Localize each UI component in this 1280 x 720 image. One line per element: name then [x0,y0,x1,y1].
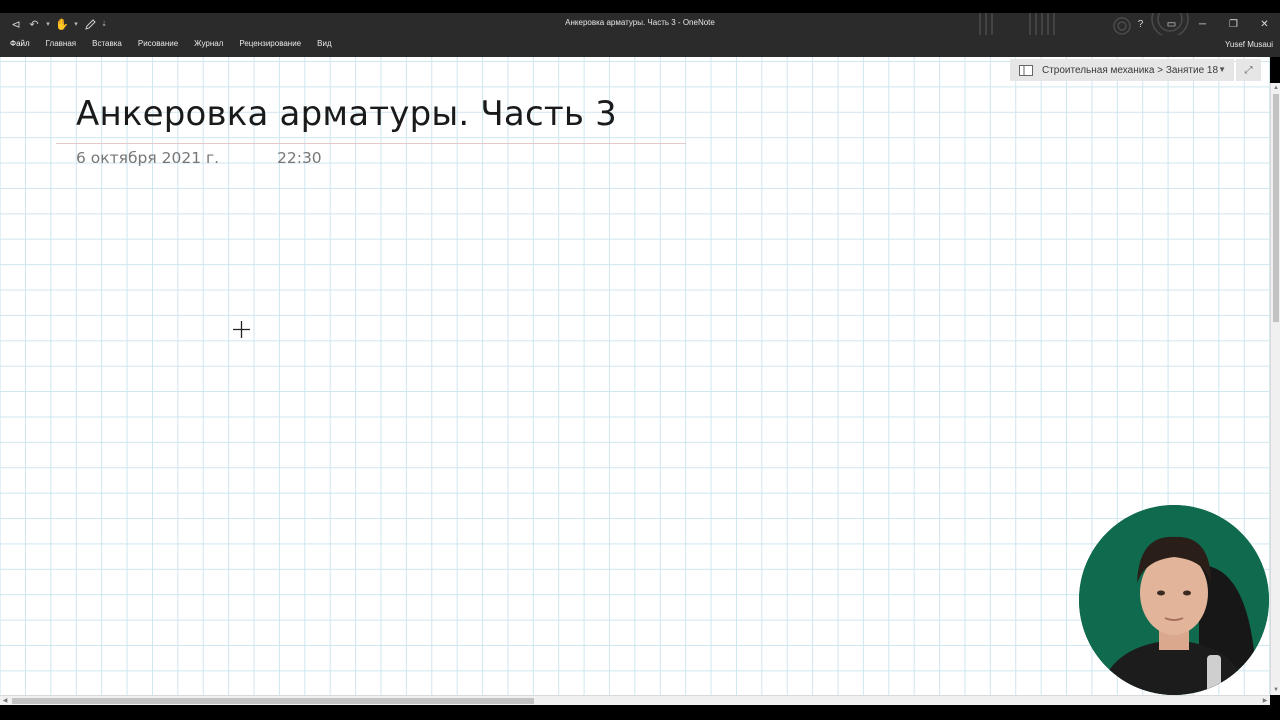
page-time: 22:30 [277,149,322,167]
tab-review[interactable]: Рецензирование [231,35,309,57]
ribbon-tabs: Файл Главная Вставка Рисование Журнал Ре… [2,35,340,57]
top-letterbox [0,0,1280,13]
scroll-down-icon[interactable]: ▼ [1271,685,1280,695]
ribbon-display-options-icon[interactable]: ▭ [1156,13,1187,35]
horizontal-scroll-thumb[interactable] [12,698,534,704]
minimize-icon[interactable]: ─ [1187,13,1218,35]
close-icon[interactable]: ✕ [1249,13,1280,35]
chevron-down-icon[interactable]: ▼ [1218,65,1226,74]
page-date: 6 октября 2021 г. [76,149,220,167]
help-icon[interactable]: ? [1125,13,1156,35]
title-bar: ⊲ ↶ ▾ ✋ ▾ ⇣ Анкеровка арматуры. Часть 3 … [0,13,1280,35]
notebook-breadcrumb[interactable]: Строительная механика > Занятие 18 [1042,65,1218,76]
window-controls: ? ▭ ─ ❐ ✕ [1125,13,1280,35]
tab-home[interactable]: Главная [38,35,84,57]
restore-icon[interactable]: ❐ [1218,13,1249,35]
open-book-icon [1019,64,1033,76]
bottom-letterbox [0,705,1280,720]
crosshair-cursor-icon [233,321,250,338]
page-title[interactable]: Анкеровка арматуры. Часть 3 [76,94,617,134]
tab-file[interactable]: Файл [2,35,38,57]
expand-icon[interactable]: ⤢ [1236,59,1261,81]
tab-history[interactable]: Журнал [186,35,231,57]
tab-view[interactable]: Вид [309,35,339,57]
notebook-navigation-bar[interactable]: Строительная механика > Занятие 18 ▼ [1010,59,1234,81]
webcam-overlay [1079,505,1269,695]
scroll-up-icon[interactable]: ▲ [1271,83,1280,93]
title-divider [56,143,686,144]
user-account[interactable]: Yusef Musaui [1225,40,1273,49]
vertical-scroll-thumb[interactable] [1273,94,1279,322]
horizontal-scrollbar[interactable]: ◀ ▶ [0,695,1270,705]
vertical-scrollbar[interactable]: ▲ ▼ [1270,83,1280,695]
tab-draw[interactable]: Рисование [130,35,186,57]
presenter-video-image [1079,505,1269,695]
ribbon-tab-bar: Файл Главная Вставка Рисование Журнал Ре… [0,35,1280,57]
tab-insert[interactable]: Вставка [84,35,130,57]
